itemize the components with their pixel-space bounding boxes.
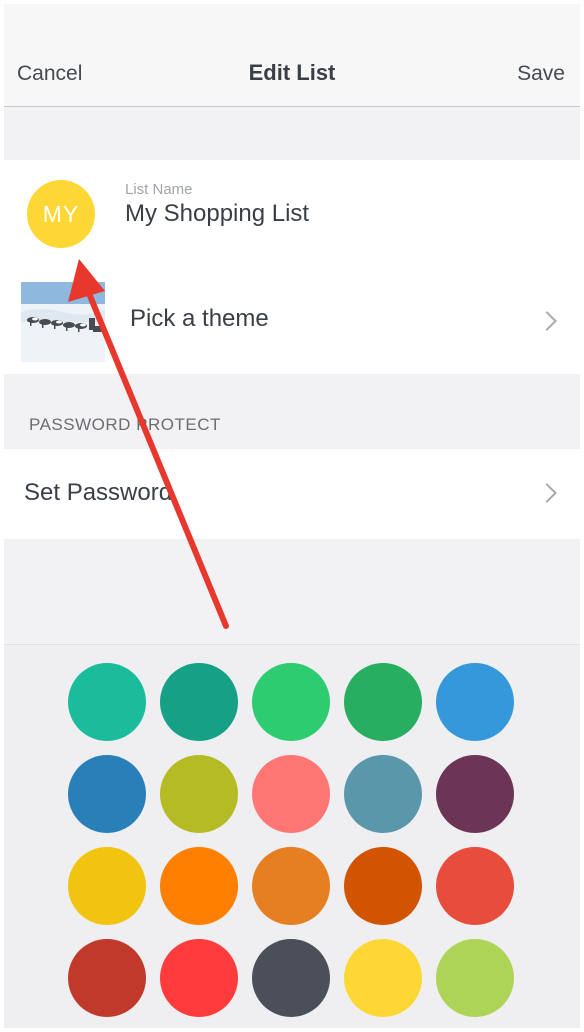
list-name-input[interactable]: My Shopping List [125,200,309,228]
save-button[interactable]: Save [517,62,565,86]
theme-thumbnail [21,282,105,362]
color-swatch[interactable] [344,939,422,1017]
color-palette [4,644,580,1028]
color-swatch[interactable] [160,663,238,741]
color-swatch[interactable] [68,939,146,1017]
color-swatch[interactable] [160,847,238,925]
avatar-initials: MY [42,200,80,227]
password-section-header: PASSWORD PROTECT [29,415,221,434]
color-swatch[interactable] [252,755,330,833]
color-swatch[interactable] [436,755,514,833]
color-swatch[interactable] [252,847,330,925]
sled-dogs-image [21,282,105,362]
set-password-row[interactable]: Set Password [4,449,580,539]
list-name-row: MY List Name My Shopping List [4,160,580,268]
color-swatch[interactable] [344,755,422,833]
list-name-label: List Name [125,181,193,198]
color-swatch[interactable] [68,663,146,741]
page-title: Edit List [248,60,336,85]
navigation-bar: Cancel Edit List Save [4,4,580,107]
chevron-right-icon [537,483,557,503]
screen: Cancel Edit List Save MY List Name My Sh… [4,4,580,1028]
color-swatch[interactable] [344,663,422,741]
color-swatch[interactable] [68,847,146,925]
color-swatch[interactable] [160,755,238,833]
chevron-right-icon [537,311,557,331]
color-swatch[interactable] [68,755,146,833]
color-swatch[interactable] [160,939,238,1017]
pick-theme-row[interactable]: Pick a theme [4,267,580,374]
set-password-label: Set Password [24,479,173,506]
list-avatar[interactable]: MY [27,180,95,248]
color-swatch[interactable] [344,847,422,925]
color-swatch[interactable] [436,939,514,1017]
color-swatch[interactable] [436,663,514,741]
color-swatch[interactable] [436,847,514,925]
color-swatch[interactable] [252,663,330,741]
pick-theme-label: Pick a theme [130,305,269,332]
color-swatch[interactable] [252,939,330,1017]
